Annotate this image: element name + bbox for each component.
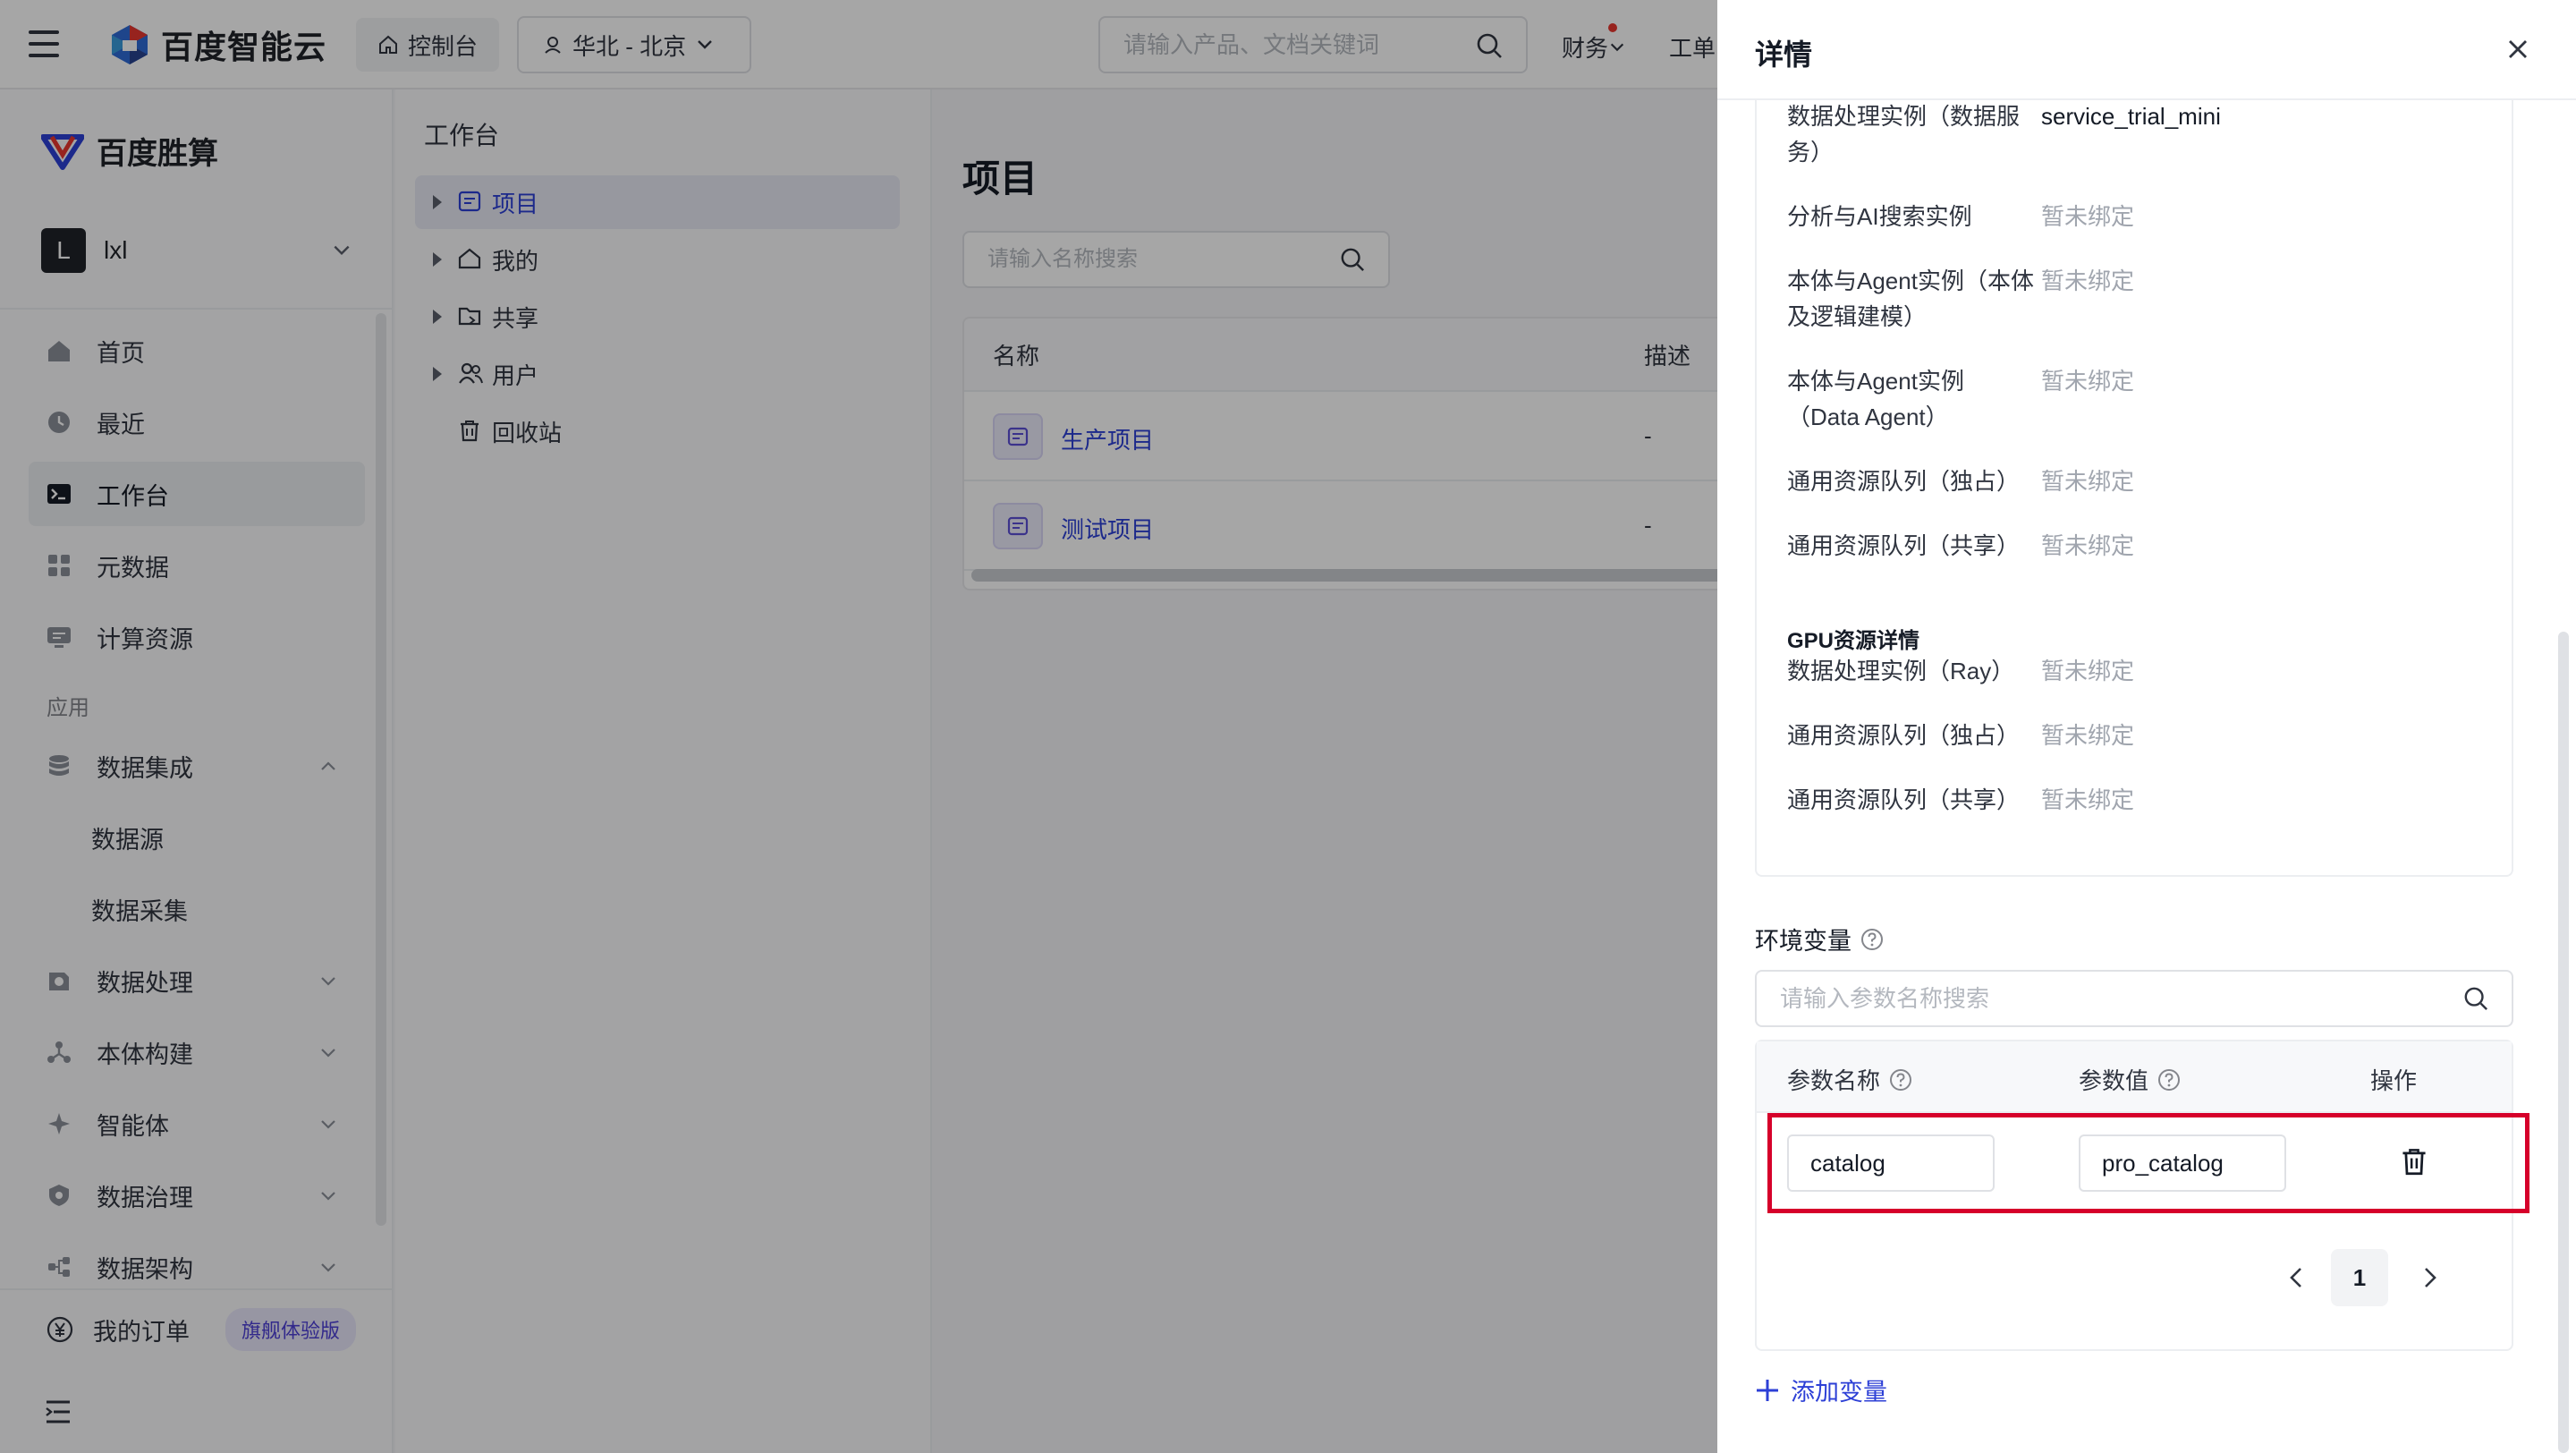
kv-key: 通用资源队列（独占） (1787, 468, 2021, 495)
delete-icon[interactable] (2401, 1147, 2428, 1176)
kv-key-line: 本体与Agent实例 (1787, 368, 1964, 395)
column-header-param-name: 参数名称 (1787, 1063, 1912, 1096)
kv-key-line: 数据处理实例（数据服 (1787, 103, 2021, 130)
env-var-table: 参数名称 参数值 操作 1 (1755, 1040, 2529, 1351)
resource-info-card: 数据处理实例（数据服 务） service_trial_mini 分析与AI搜索实… (1755, 81, 2513, 877)
kv-value: 暂未绑定 (2041, 468, 2135, 495)
kv-value: 暂未绑定 (2041, 203, 2135, 230)
help-icon[interactable] (2157, 1068, 2181, 1092)
kv-value: 暂未绑定 (2041, 268, 2135, 294)
kv-value: 暂未绑定 (2041, 722, 2135, 749)
plus-icon (1757, 1379, 1778, 1401)
env-var-table-header: 参数名称 参数值 操作 (1757, 1041, 2512, 1113)
param-name-input[interactable] (1787, 1134, 1995, 1192)
column-header-text: 参数名称 (1787, 1067, 1881, 1094)
param-value-input[interactable] (2079, 1134, 2286, 1192)
env-var-search-input[interactable] (1757, 972, 2436, 1025)
kv-key: 通用资源队列（共享） (1787, 786, 2021, 813)
kv-value: service_trial_mini (2041, 103, 2221, 130)
kv-value: 暂未绑定 (2041, 368, 2135, 395)
pagination: 1 (2284, 1249, 2463, 1308)
help-icon[interactable] (1889, 1068, 1912, 1092)
kv-key: 本体与Agent实例 （Data Agent） (1787, 363, 2041, 435)
env-vars-label: 环境变量 (1755, 922, 1884, 956)
drawer-scrollbar[interactable] (2558, 632, 2569, 1453)
kv-key-line: 务） (1787, 139, 1835, 166)
drawer-title: 详情 (1755, 38, 1813, 71)
drawer-mask[interactable] (0, 0, 1717, 1453)
detail-drawer: 数据处理实例（数据服 务） service_trial_mini 分析与AI搜索实… (1717, 0, 2576, 1453)
kv-value: 暂未绑定 (2041, 786, 2135, 813)
kv-value: 暂未绑定 (2041, 658, 2135, 684)
search-icon[interactable] (2463, 986, 2488, 1011)
kv-value: 暂未绑定 (2041, 532, 2135, 559)
column-header-param-value: 参数值 (2079, 1063, 2181, 1096)
column-header-operation: 操作 (2370, 1067, 2418, 1094)
help-icon[interactable] (1860, 928, 1884, 951)
column-header-text: 参数值 (2079, 1067, 2149, 1094)
kv-key-line: （Data Agent） (1787, 404, 1949, 430)
add-variable-button[interactable]: 添加变量 (1755, 1372, 1887, 1407)
kv-key: 分析与AI搜索实例 (1787, 203, 1972, 230)
kv-key-line: 本体与Agent实例（本体 (1787, 268, 2034, 294)
close-icon[interactable] (2504, 36, 2531, 63)
kv-key: 数据处理实例（Ray） (1787, 658, 2015, 684)
drawer-header: 详情 (1717, 0, 2576, 100)
gpu-section-title: GPU资源详情 (1787, 629, 1920, 653)
chevron-right-icon[interactable] (2417, 1265, 2442, 1290)
kv-key: 数据处理实例（数据服 务） (1787, 98, 2041, 170)
env-var-search[interactable] (1755, 970, 2513, 1027)
add-variable-label: 添加变量 (1791, 1379, 1887, 1406)
kv-key-line: 及逻辑建模） (1787, 303, 1928, 330)
kv-key: 通用资源队列（独占） (1787, 722, 2021, 749)
kv-key: 通用资源队列（共享） (1787, 532, 2021, 559)
page-number[interactable]: 1 (2331, 1249, 2388, 1306)
chevron-left-icon[interactable] (2284, 1265, 2309, 1290)
env-vars-label-text: 环境变量 (1755, 928, 1852, 955)
kv-key: 本体与Agent实例（本体 及逻辑建模） (1787, 263, 2041, 335)
